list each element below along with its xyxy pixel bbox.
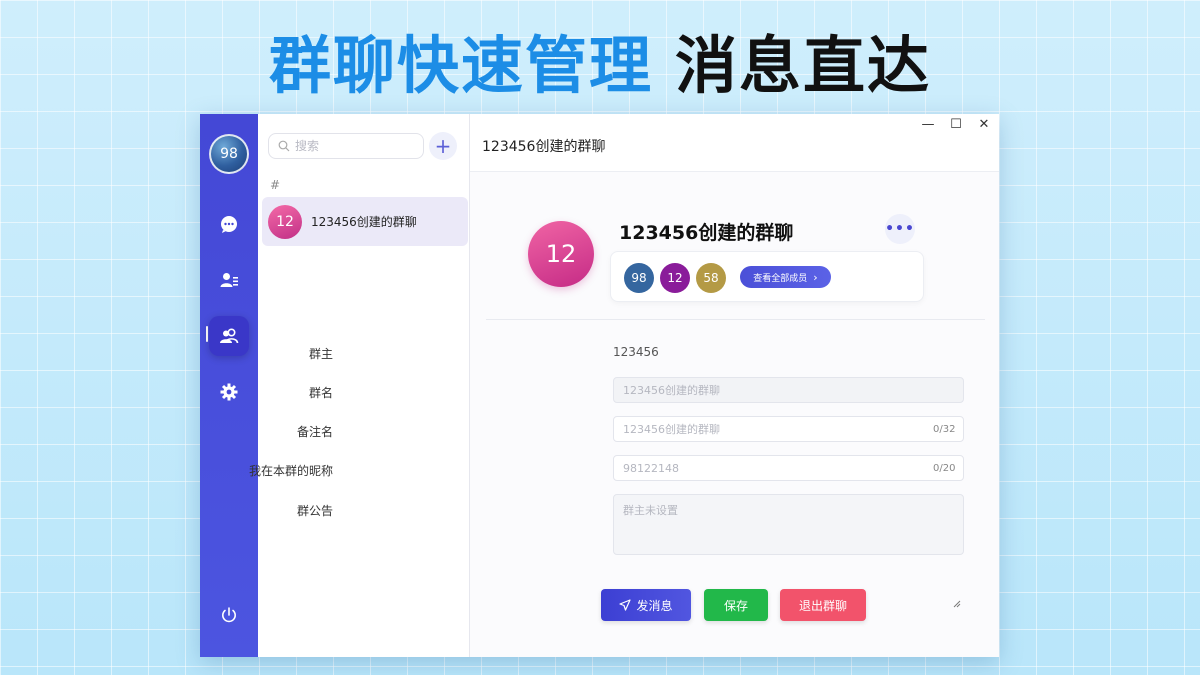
quit-group-button[interactable]: 退出群聊 [780,589,866,621]
my-avatar[interactable]: 98 [209,134,249,174]
chat-title: 123456创建的群聊 [482,139,606,155]
headline-black: 消息直达 [675,29,932,102]
remark-counter: 0/32 [933,424,956,435]
group-name-label: 群名 [308,386,333,400]
conversation-list-panel: + # 12 123456创建的群聊 [258,114,470,657]
group-name-input[interactable] [613,377,964,403]
main-panel: 123456创建的群聊 — ☐ ✕ 12 123456创建的群聊 ••• 98 … [249,114,999,657]
chat-bubble-icon [221,216,237,233]
more-options-button[interactable]: ••• [885,214,915,244]
notice-textarea[interactable] [613,494,964,555]
nickname-counter: 0/20 [933,463,956,474]
conversation-avatar: 12 [268,204,302,239]
contacts-icon [220,273,238,287]
nav-rail: 98 [200,114,258,657]
member-avatar[interactable]: 58 [696,263,726,293]
resize-handle-icon[interactable] [953,600,961,608]
nav-groups[interactable] [209,316,249,356]
nav-contacts[interactable] [209,260,249,300]
group-avatar: 12 [528,221,594,287]
divider [486,319,985,320]
gear-icon [220,383,238,401]
maximize-button[interactable]: ☐ [946,116,966,132]
power-icon [222,607,236,623]
owner-value: 123456 [613,345,659,359]
group-icon [220,328,239,344]
headline-blue: 群聊快速管理 [268,29,653,102]
member-avatar[interactable]: 12 [660,263,690,293]
search-box [268,133,424,159]
send-icon [619,599,632,611]
list-item[interactable]: 12 123456创建的群聊 [262,197,468,246]
nickname-input[interactable] [613,455,964,481]
search-icon [278,140,290,152]
save-button[interactable]: 保存 [704,589,768,621]
group-detail: 12 123456创建的群聊 ••• 98 12 58 查看全部成员 › 群主 … [249,172,999,657]
nav-chat[interactable] [209,204,249,244]
remark-label: 备注名 [296,425,333,439]
conversation-name: 123456创建的群聊 [311,215,417,229]
nickname-label: 我在本群的昵称 [248,464,333,478]
title-bar: 123456创建的群聊 — ☐ ✕ [470,114,999,172]
list-section-header: # [270,178,281,192]
send-message-button[interactable]: 发消息 [601,589,691,621]
members-card: 98 12 58 查看全部成员 › [610,251,924,302]
send-label: 发消息 [636,598,673,613]
nav-power[interactable] [209,595,249,635]
group-name: 123456创建的群聊 [619,222,794,244]
add-button[interactable]: + [429,132,457,160]
view-all-members-button[interactable]: 查看全部成员 › [740,266,831,288]
app-window: 98 + # 12 123456创建的群聊 12 [200,114,999,657]
notice-label: 群公告 [296,504,333,518]
promo-headline: 群聊快速管理 消息直达 [0,22,1200,102]
active-indicator [206,326,208,342]
close-button[interactable]: ✕ [974,116,994,132]
minimize-button[interactable]: — [918,116,938,132]
nav-settings[interactable] [209,372,249,412]
chevron-right-icon: › [813,270,818,284]
member-avatar[interactable]: 98 [624,263,654,293]
owner-label: 群主 [308,347,333,361]
search-input[interactable] [295,139,415,153]
remark-input[interactable] [613,416,964,442]
view-all-label: 查看全部成员 [753,273,808,284]
